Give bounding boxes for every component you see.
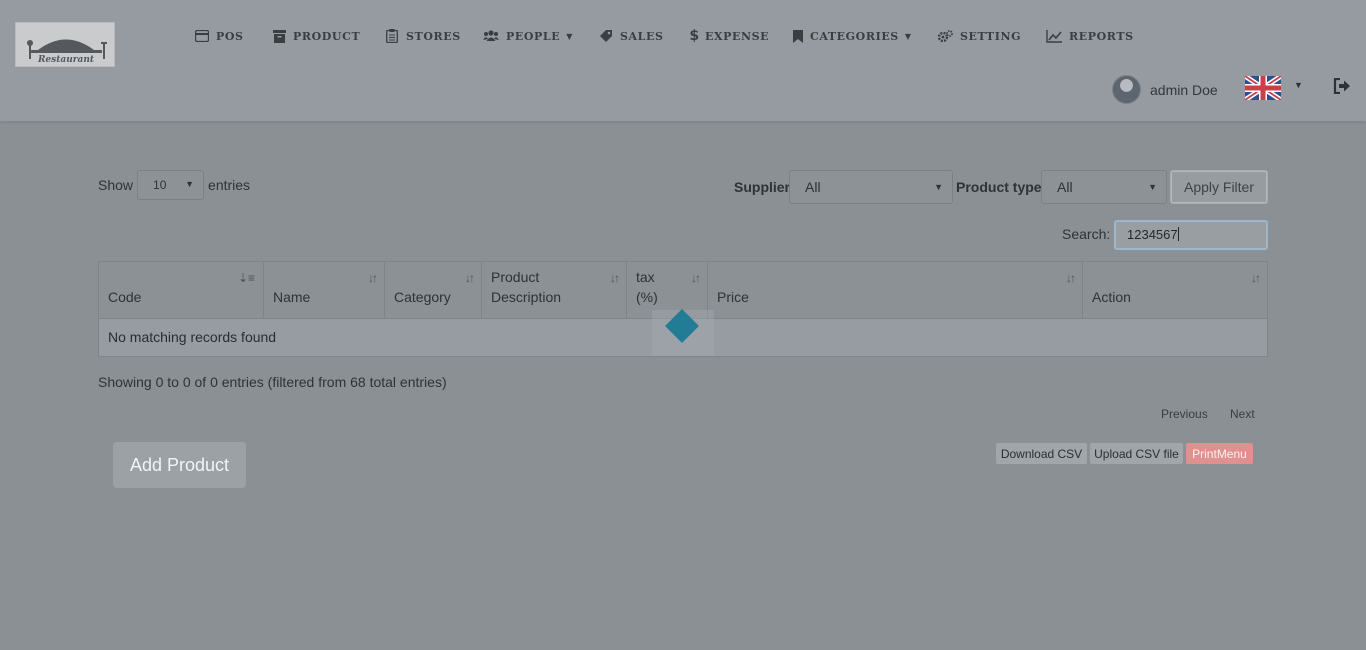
column-header-action[interactable]: Action ↓↑ [1083,262,1267,318]
column-header-label: Category [394,289,451,305]
download-csv-button[interactable]: Download CSV [996,443,1087,464]
supplier-select[interactable]: All ▼ [789,170,953,204]
chevron-down-icon: ▼ [566,31,573,41]
archive-icon [272,29,286,43]
nav-setting-label: SETTING [960,29,1022,43]
column-header-label: tax (%) [636,269,658,305]
supplier-label: Supplier [734,179,791,195]
nav-people-label: PEOPLE [506,29,561,43]
avatar [1112,75,1141,104]
bookmark-icon [793,29,803,43]
chevron-down-icon: ▼ [1148,182,1157,192]
search-input-value: 1234567 [1127,227,1178,242]
nav-stores-label: STORES [406,29,461,43]
nav-stores[interactable]: STORES [385,27,461,45]
search-input[interactable]: 1234567 [1114,220,1268,250]
sort-ascending-icon: ⇣≡ [237,271,255,285]
logo-text: Restaurant [37,55,95,65]
sort-icon: ↓↑ [368,271,378,285]
supplier-value: All [805,179,821,195]
user-menu[interactable]: admin Doe [1112,75,1218,104]
nav-product-label: PRODUCT [293,29,361,43]
uk-flag-icon[interactable] [1245,76,1281,100]
restaurant-logo[interactable]: Restaurant [15,22,115,67]
gears-icon [938,29,953,43]
text-cursor [1177,227,1179,241]
nav-setting[interactable]: SETTING [938,27,1021,45]
sort-icon: ↓↑ [465,271,475,285]
nav-expense-label: EXPENSE [705,29,770,43]
column-header-label: Product Description [491,269,562,305]
chevron-down-icon: ▼ [904,31,912,41]
column-header-code[interactable]: Code ⇣≡ [99,262,264,318]
page-length-value: 10 [153,178,167,192]
top-navbar: Restaurant POS PRODUCT STORES PEOPLE ▼ S… [0,0,1366,121]
apply-filter-button[interactable]: Apply Filter [1170,170,1268,204]
nav-sales[interactable]: SALES [599,27,664,45]
show-label: Show [98,177,134,193]
nav-categories[interactable]: CATEGORIES ▼ [793,27,912,45]
column-header-label: Price [717,289,749,305]
line-chart-icon [1046,29,1062,43]
nav-reports[interactable]: REPORTS [1046,27,1134,45]
table-info: Showing 0 to 0 of 0 entries (filtered fr… [98,374,447,390]
empty-table-message: No matching records found [108,329,277,345]
print-menu-button[interactable]: PrintMenu [1186,443,1253,464]
product-type-select[interactable]: All ▼ [1041,170,1167,204]
tag-icon [599,29,613,43]
column-header-description[interactable]: Product Description ↓↑ [482,262,627,318]
nav-product[interactable]: PRODUCT [272,27,360,45]
page-length-control: Show 10 ▼ entries [98,170,250,200]
chevron-down-icon: ▼ [934,182,943,192]
sort-icon: ↓↑ [610,271,620,285]
logo-graphic: Restaurant [27,39,107,65]
upload-csv-button[interactable]: Upload CSV file [1090,443,1183,464]
nav-reports-label: REPORTS [1069,29,1134,43]
chevron-down-icon: ▼ [185,179,195,189]
language-dropdown-caret[interactable]: ▼ [1294,80,1303,90]
users-icon [483,29,499,43]
nav-pos-label: POS [216,29,244,43]
credit-card-icon [195,29,209,43]
column-header-name[interactable]: Name ↓↑ [264,262,385,318]
add-product-button[interactable]: Add Product [113,442,246,488]
nav-categories-label: CATEGORIES [810,29,899,43]
dollar-icon: $ [689,28,700,44]
search-label: Search: [1062,226,1111,242]
logout-icon[interactable] [1333,78,1351,94]
clipboard-icon [385,29,399,43]
nav-sales-label: SALES [620,29,664,43]
sort-icon: ↓↑ [691,271,701,285]
entries-label: entries [208,177,251,193]
product-type-value: All [1057,179,1073,195]
pagination-previous[interactable]: Previous [1161,407,1208,421]
nav-pos[interactable]: POS [195,27,244,45]
user-name: admin Doe [1150,81,1218,98]
nav-expense[interactable]: $ EXPENSE [689,27,770,45]
product-type-label: Product type [956,179,1042,195]
column-header-price[interactable]: Price ↓↑ [708,262,1083,318]
column-header-label: Action [1092,289,1131,305]
sort-icon: ↓↑ [1066,271,1076,285]
nav-people[interactable]: PEOPLE ▼ [483,27,573,45]
pagination-next[interactable]: Next [1230,407,1255,421]
page-length-select[interactable]: 10 ▼ [137,170,205,200]
column-header-label: Code [108,289,142,305]
column-header-label: Name [273,289,311,305]
sort-icon: ↓↑ [1251,271,1261,285]
column-header-category[interactable]: Category ↓↑ [385,262,482,318]
